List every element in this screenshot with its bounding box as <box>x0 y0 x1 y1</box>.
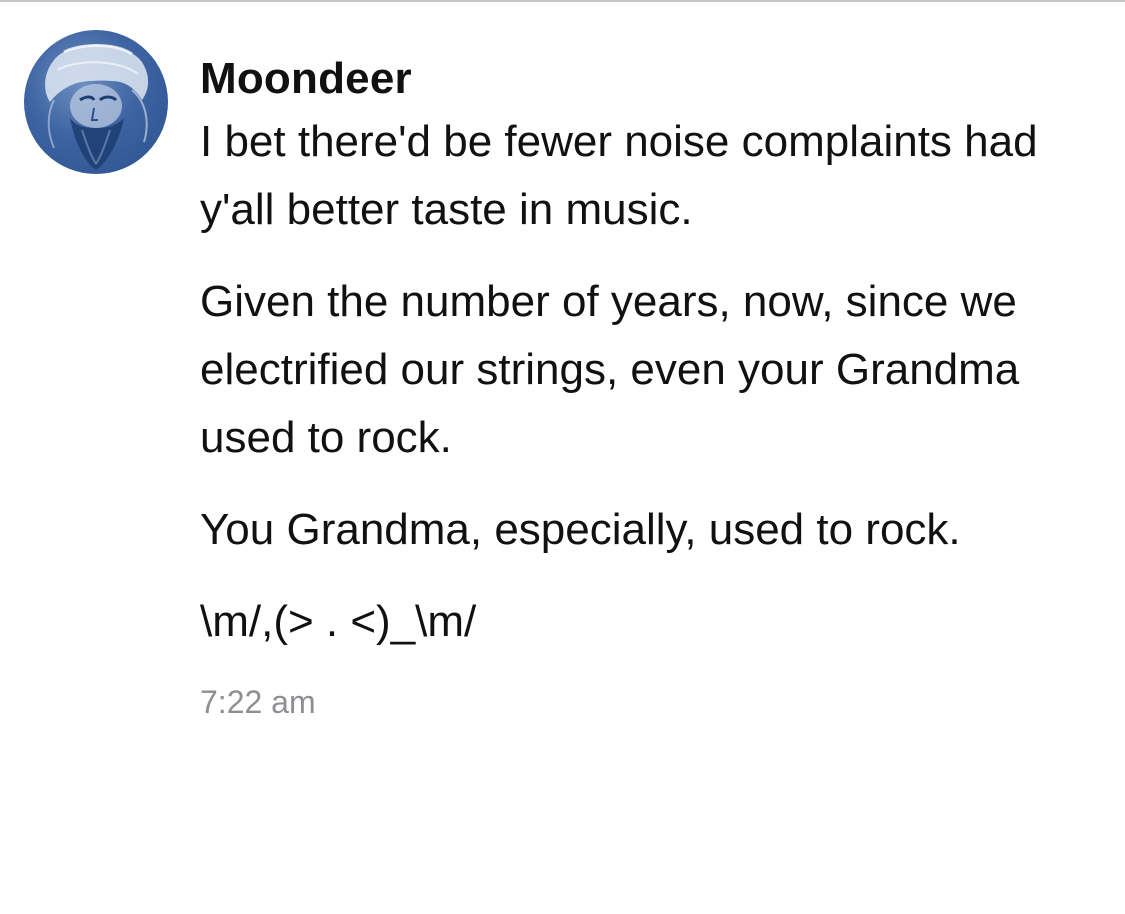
bearded-face-avatar-icon <box>45 44 149 170</box>
message-paragraph-2: Given the number of years, now, since we… <box>200 277 1032 462</box>
message-row: Moondeer I bet there'd be fewer noise co… <box>0 0 1125 914</box>
avatar[interactable] <box>24 30 168 174</box>
message-content: Moondeer I bet there'd be fewer noise co… <box>200 52 1080 722</box>
message-timestamp: 7:22 am <box>200 684 316 720</box>
message-paragraph-3: You Grandma, especially, used to rock. <box>200 505 961 554</box>
message-paragraph-1: I bet there'd be fewer noise complaints … <box>200 117 1050 234</box>
message-paragraph-4: \m/,(> . <)_\m/ <box>200 597 477 646</box>
sender-name[interactable]: Moondeer <box>200 52 1080 106</box>
